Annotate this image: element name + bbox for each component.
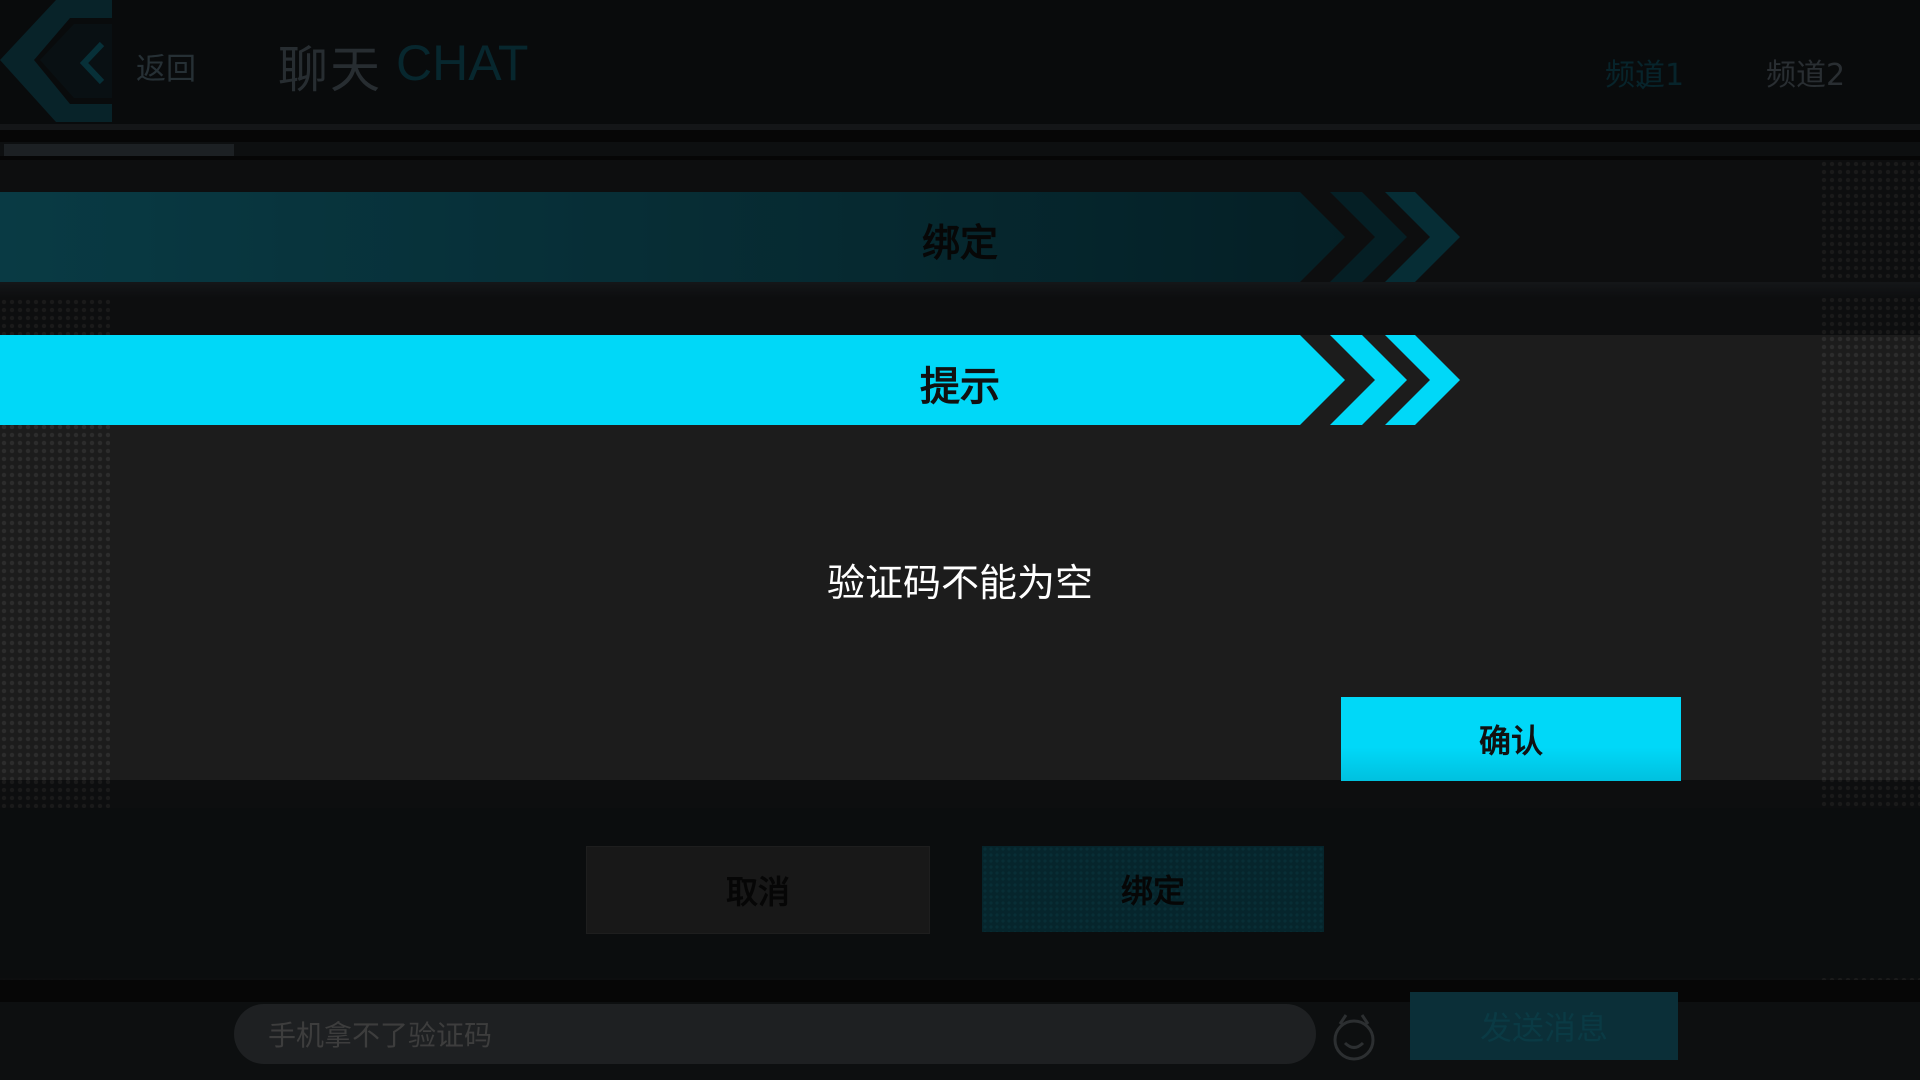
tip-dialog-title: 提示 [920,364,1000,410]
send-message-button[interactable]: 发送消息 [1410,992,1678,1060]
confirm-button[interactable]: 确认 [1341,697,1681,781]
send-message-label: 发送消息 [1479,1009,1608,1047]
chat-message-input[interactable] [234,1004,1316,1064]
tip-dialog-message: 验证码不能为空 [826,561,1093,605]
confirm-button-label: 确认 [1478,722,1543,760]
emoji-icon[interactable] [1330,1010,1378,1062]
